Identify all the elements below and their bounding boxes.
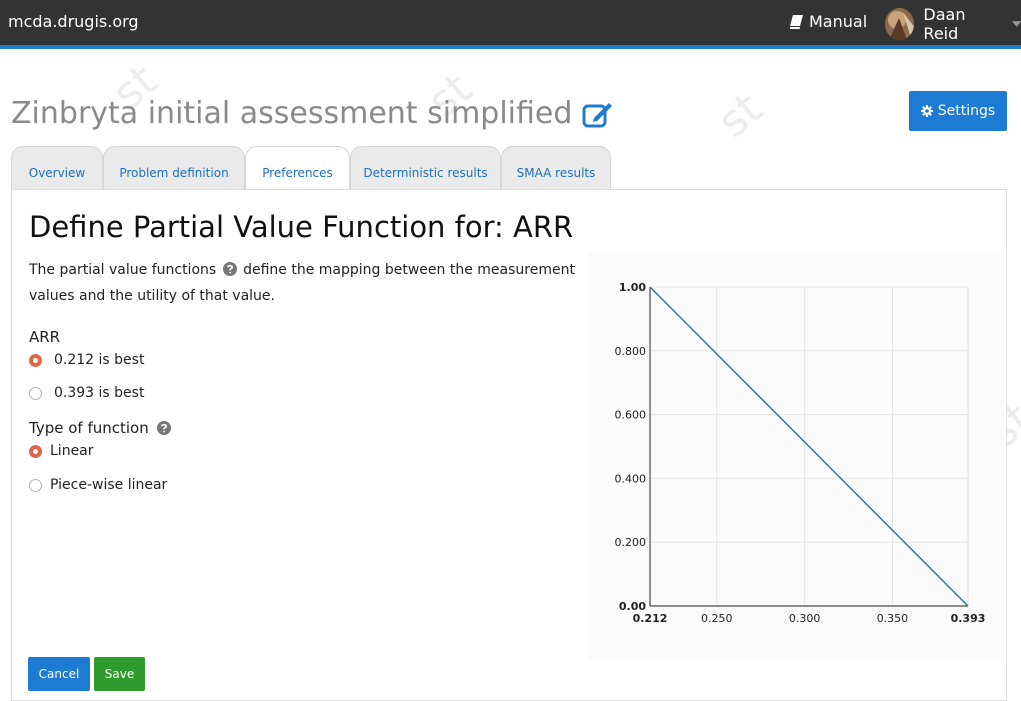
criterion-label: ARR (29, 328, 61, 346)
radio-label: 0.393 is best (54, 385, 145, 401)
tab-deterministic-results[interactable]: Deterministic results (350, 146, 501, 190)
best-option-0393[interactable]: 0.393 is best (29, 385, 144, 401)
radio-button[interactable] (29, 353, 42, 367)
page-title: Zinbryta initial assessment simplified (11, 96, 614, 131)
tab-problem-definition[interactable]: Problem definition (103, 146, 245, 190)
main-panel: Define Partial Value Function for: ARR T… (11, 189, 1007, 701)
caret-down-icon (1011, 21, 1021, 27)
watermark: st (708, 83, 772, 148)
x-tick-label: 0.300 (789, 612, 821, 625)
edit-icon[interactable] (582, 99, 614, 129)
page-title-text: Zinbryta initial assessment simplified (11, 96, 573, 131)
function-type-text: Type of function (29, 419, 149, 437)
manual-label: Manual (809, 12, 868, 31)
book-icon (790, 14, 803, 29)
y-tick-label: 0.200 (615, 536, 647, 549)
y-tick-label: 0.600 (615, 409, 647, 422)
cancel-label: Cancel (38, 667, 80, 681)
help-icon[interactable] (222, 262, 237, 276)
tab-label: Problem definition (119, 165, 229, 180)
tab-smaa-results[interactable]: SMAA results (501, 146, 611, 190)
tab-overview[interactable]: Overview (11, 146, 103, 190)
help-icon[interactable] (156, 421, 171, 435)
description-text-start: The partial value functions (29, 262, 217, 278)
manual-link[interactable]: Manual (790, 12, 867, 31)
x-tick-label: 0.212 (633, 612, 668, 625)
settings-button[interactable]: Settings (909, 91, 1007, 131)
tab-label: Preferences (262, 166, 333, 180)
function-type-label: Type of function (29, 419, 173, 437)
chart-svg: 0.212 0.250 0.300 0.350 0.393 0.00 0.200 0.400 0… (615, 281, 986, 625)
radio-button[interactable] (29, 444, 42, 458)
tab-label: Overview (28, 165, 86, 180)
x-tick-label: 0.250 (701, 612, 733, 625)
y-tick-label: 1.00 (619, 281, 646, 294)
tab-label: Deterministic results (363, 165, 488, 180)
radio-label: Piece-wise linear (50, 477, 168, 493)
radio-button[interactable] (29, 386, 42, 400)
radio-label: 0.212 is best (54, 352, 145, 368)
tab-label: SMAA results (516, 165, 596, 180)
function-piecewise-linear[interactable]: Piece-wise linear (29, 477, 167, 493)
save-button[interactable]: Save (94, 657, 145, 691)
function-linear[interactable]: Linear (29, 443, 94, 459)
value-function-line (649, 286, 969, 607)
section-heading: Define Partial Value Function for: ARR (29, 210, 574, 244)
y-tick-label: 0.00 (619, 600, 646, 613)
description: The partial value functions define the m… (29, 257, 589, 309)
y-tick-label: 0.800 (615, 345, 647, 358)
brand-link[interactable]: mcda.drugis.org (8, 12, 139, 31)
save-label: Save (104, 667, 135, 681)
radio-label: Linear (50, 443, 94, 459)
tab-preferences[interactable]: Preferences (245, 146, 350, 191)
user-name: Daan Reid (923, 5, 966, 43)
x-tick-label: 0.350 (877, 612, 909, 625)
gear-icon (920, 105, 933, 117)
user-menu[interactable]: Daan Reid (885, 5, 1021, 43)
radio-button[interactable] (29, 478, 42, 492)
y-tick-label: 0.400 (615, 472, 647, 485)
avatar (885, 8, 915, 40)
top-navbar: mcda.drugis.org Manual Daan Reid (0, 0, 1021, 49)
settings-label: Settings (937, 103, 996, 119)
x-tick-label: 0.393 (951, 612, 986, 625)
cancel-button[interactable]: Cancel (28, 657, 90, 691)
best-option-0212[interactable]: 0.212 is best (29, 352, 144, 368)
value-function-chart: 0.212 0.250 0.300 0.350 0.393 0.00 0.200 0.400 0… (588, 252, 1004, 660)
